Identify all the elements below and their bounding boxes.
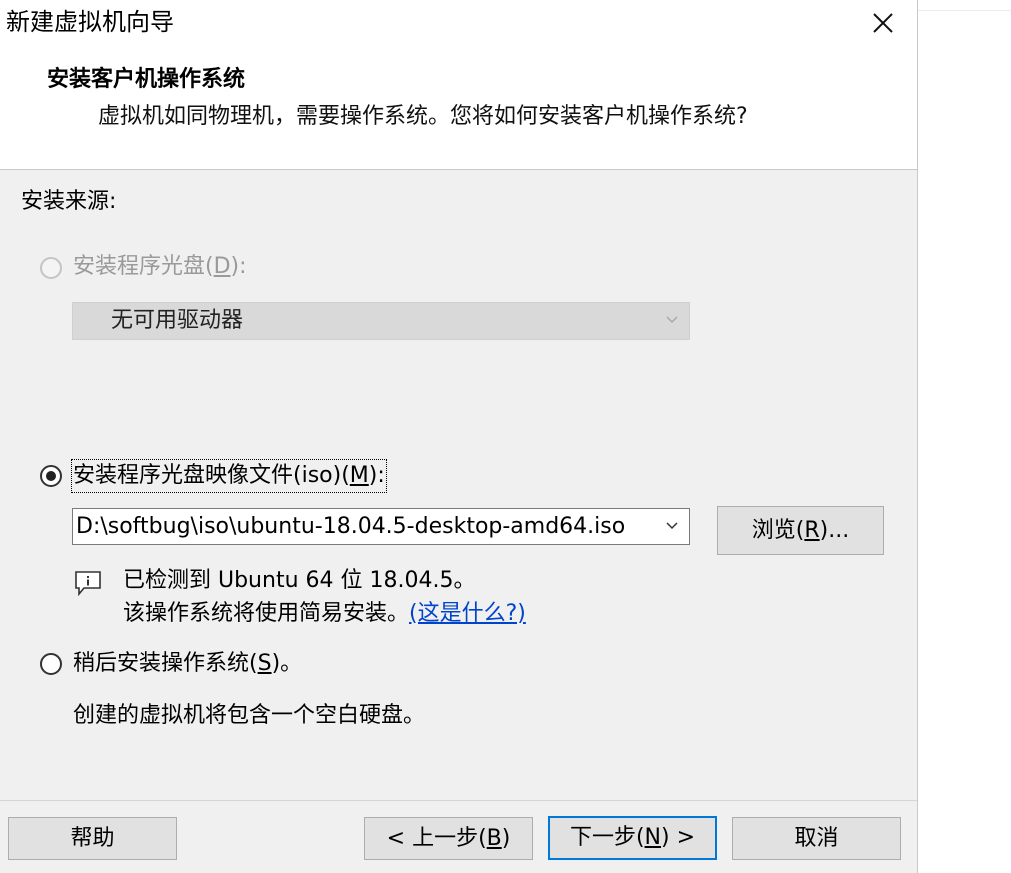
disc-option-label[interactable]: 安装程序光盘(D): bbox=[73, 252, 247, 282]
browse-button[interactable]: 浏览(R)... bbox=[717, 506, 884, 555]
later-radio[interactable] bbox=[40, 653, 62, 675]
wizard-header: 安装客户机操作系统 虚拟机如同物理机，需要操作系统。您将如何安装客户机操作系统? bbox=[0, 46, 917, 170]
background-divider bbox=[918, 10, 1011, 11]
back-button[interactable]: < 上一步(B) bbox=[364, 817, 533, 860]
iso-path-combobox[interactable]: D:\softbug\iso\ubuntu-18.04.5-desktop-am… bbox=[72, 508, 690, 545]
easy-install-note: 该操作系统将使用简易安装。 bbox=[123, 601, 410, 626]
new-vm-wizard-dialog: 新建虚拟机向导 安装客户机操作系统 虚拟机如同物理机，需要操作系统。您将如何安装… bbox=[0, 0, 918, 873]
what-is-this-link[interactable]: (这是什么?) bbox=[409, 601, 526, 626]
iso-path-value: D:\softbug\iso\ubuntu-18.04.5-desktop-am… bbox=[76, 514, 626, 539]
help-button[interactable]: 帮助 bbox=[8, 817, 177, 860]
drive-dropdown[interactable]: 无可用驱动器 bbox=[72, 302, 690, 340]
install-source-label: 安装来源: bbox=[21, 189, 117, 214]
easy-install-text: 该操作系统将使用简易安装。(这是什么?) bbox=[123, 599, 526, 629]
disc-radio[interactable] bbox=[40, 257, 62, 279]
close-icon bbox=[873, 13, 893, 33]
chevron-down-icon bbox=[666, 316, 678, 324]
close-button[interactable] bbox=[860, 2, 906, 44]
chevron-down-icon[interactable] bbox=[665, 519, 679, 533]
drive-dropdown-value: 无可用驱动器 bbox=[111, 308, 244, 333]
iso-option-label[interactable]: 安装程序光盘映像文件(iso)(M): bbox=[71, 459, 387, 493]
page-subtitle: 虚拟机如同物理机，需要操作系统。您将如何安装客户机操作系统? bbox=[98, 104, 748, 129]
wizard-body: 安装来源: 安装程序光盘(D): 安装程序光盘映像文件(iso)(M): 已检测… bbox=[0, 170, 917, 800]
window-title: 新建虚拟机向导 bbox=[6, 8, 174, 36]
title-bar: 新建虚拟机向导 bbox=[0, 0, 917, 46]
radio-selected-dot bbox=[46, 471, 56, 481]
blank-disk-description: 创建的虚拟机将包含一个空白硬盘。 bbox=[73, 703, 426, 728]
background-window-strip bbox=[918, 0, 1011, 873]
cancel-button[interactable]: 取消 bbox=[732, 817, 901, 860]
iso-radio[interactable] bbox=[40, 465, 62, 487]
detected-os-text: 已检测到 Ubuntu 64 位 18.04.5。 bbox=[123, 568, 476, 593]
page-title: 安装客户机操作系统 bbox=[47, 67, 246, 92]
info-balloon-icon bbox=[75, 571, 101, 596]
next-button[interactable]: 下一步(N) > bbox=[548, 816, 717, 860]
later-option-label[interactable]: 稍后安装操作系统(S)。 bbox=[73, 649, 302, 679]
